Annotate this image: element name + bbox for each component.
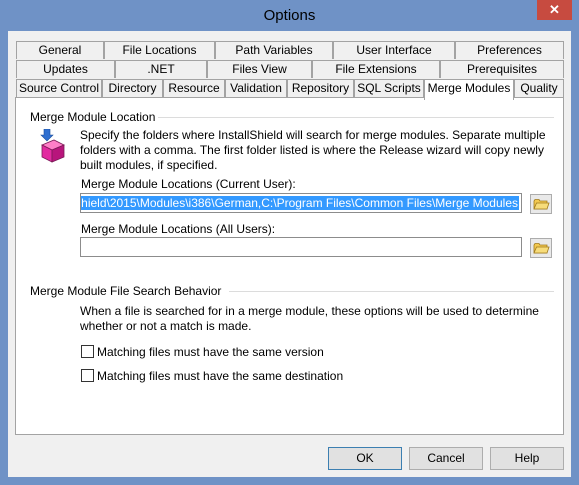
current-user-label: Merge Module Locations (Current User): (81, 177, 296, 191)
tab-prerequisites[interactable]: Prerequisites (440, 60, 564, 78)
close-button[interactable]: ✕ (537, 0, 572, 20)
current-user-browse-button[interactable] (530, 194, 552, 214)
tab-updates[interactable]: Updates (16, 60, 115, 78)
title-bar[interactable]: Options ✕ (0, 0, 579, 31)
options-dialog: Options ✕ General File Locations Path Va… (0, 0, 579, 485)
cancel-button[interactable]: Cancel (409, 447, 483, 470)
current-user-locations-value: s\InstallShield\2015\Modules\i386\German… (81, 196, 519, 210)
tab-quality[interactable]: Quality (514, 79, 564, 97)
same-version-label[interactable]: Matching files must have the same versio… (97, 345, 324, 359)
tab-merge-modules[interactable]: Merge Modules (424, 79, 514, 100)
search-description: When a file is searched for in a merge m… (80, 304, 539, 333)
tab-preferences[interactable]: Preferences (455, 41, 564, 59)
search-section-divider (229, 291, 554, 292)
tab-file-locations[interactable]: File Locations (104, 41, 215, 59)
tab-path-variables[interactable]: Path Variables (215, 41, 333, 59)
location-section-divider (158, 117, 554, 118)
search-section-title: Merge Module File Search Behavior (30, 284, 222, 298)
folder-icon (533, 199, 550, 210)
help-button[interactable]: Help (490, 447, 564, 470)
location-section-title: Merge Module Location (30, 110, 156, 124)
ok-button[interactable]: OK (328, 447, 402, 470)
window-title: Options (263, 7, 316, 24)
all-users-locations-input[interactable] (80, 237, 522, 257)
tab-general[interactable]: General (16, 41, 104, 59)
merge-module-icon (38, 128, 68, 163)
tab-sql-scripts[interactable]: SQL Scripts (354, 79, 424, 97)
tab-file-extensions[interactable]: File Extensions (312, 60, 440, 78)
current-user-locations-input[interactable]: s\InstallShield\2015\Modules\i386\German… (80, 193, 522, 213)
same-destination-label[interactable]: Matching files must have the same destin… (97, 369, 343, 383)
folder-icon (533, 243, 550, 254)
tab-source-control[interactable]: Source Control (16, 79, 102, 97)
tab-files-view[interactable]: Files View (207, 60, 312, 78)
tab-user-interface[interactable]: User Interface (333, 41, 455, 59)
tab-dotnet[interactable]: .NET (115, 60, 207, 78)
same-version-checkbox[interactable] (81, 345, 94, 358)
tab-directory[interactable]: Directory (102, 79, 163, 97)
same-destination-checkbox[interactable] (81, 369, 94, 382)
all-users-browse-button[interactable] (530, 238, 552, 258)
all-users-label: Merge Module Locations (All Users): (81, 222, 276, 236)
tab-validation[interactable]: Validation (225, 79, 287, 97)
tab-repository[interactable]: Repository (287, 79, 354, 97)
location-description: Specify the folders where InstallShield … (80, 128, 546, 172)
tab-resource[interactable]: Resource (163, 79, 225, 97)
